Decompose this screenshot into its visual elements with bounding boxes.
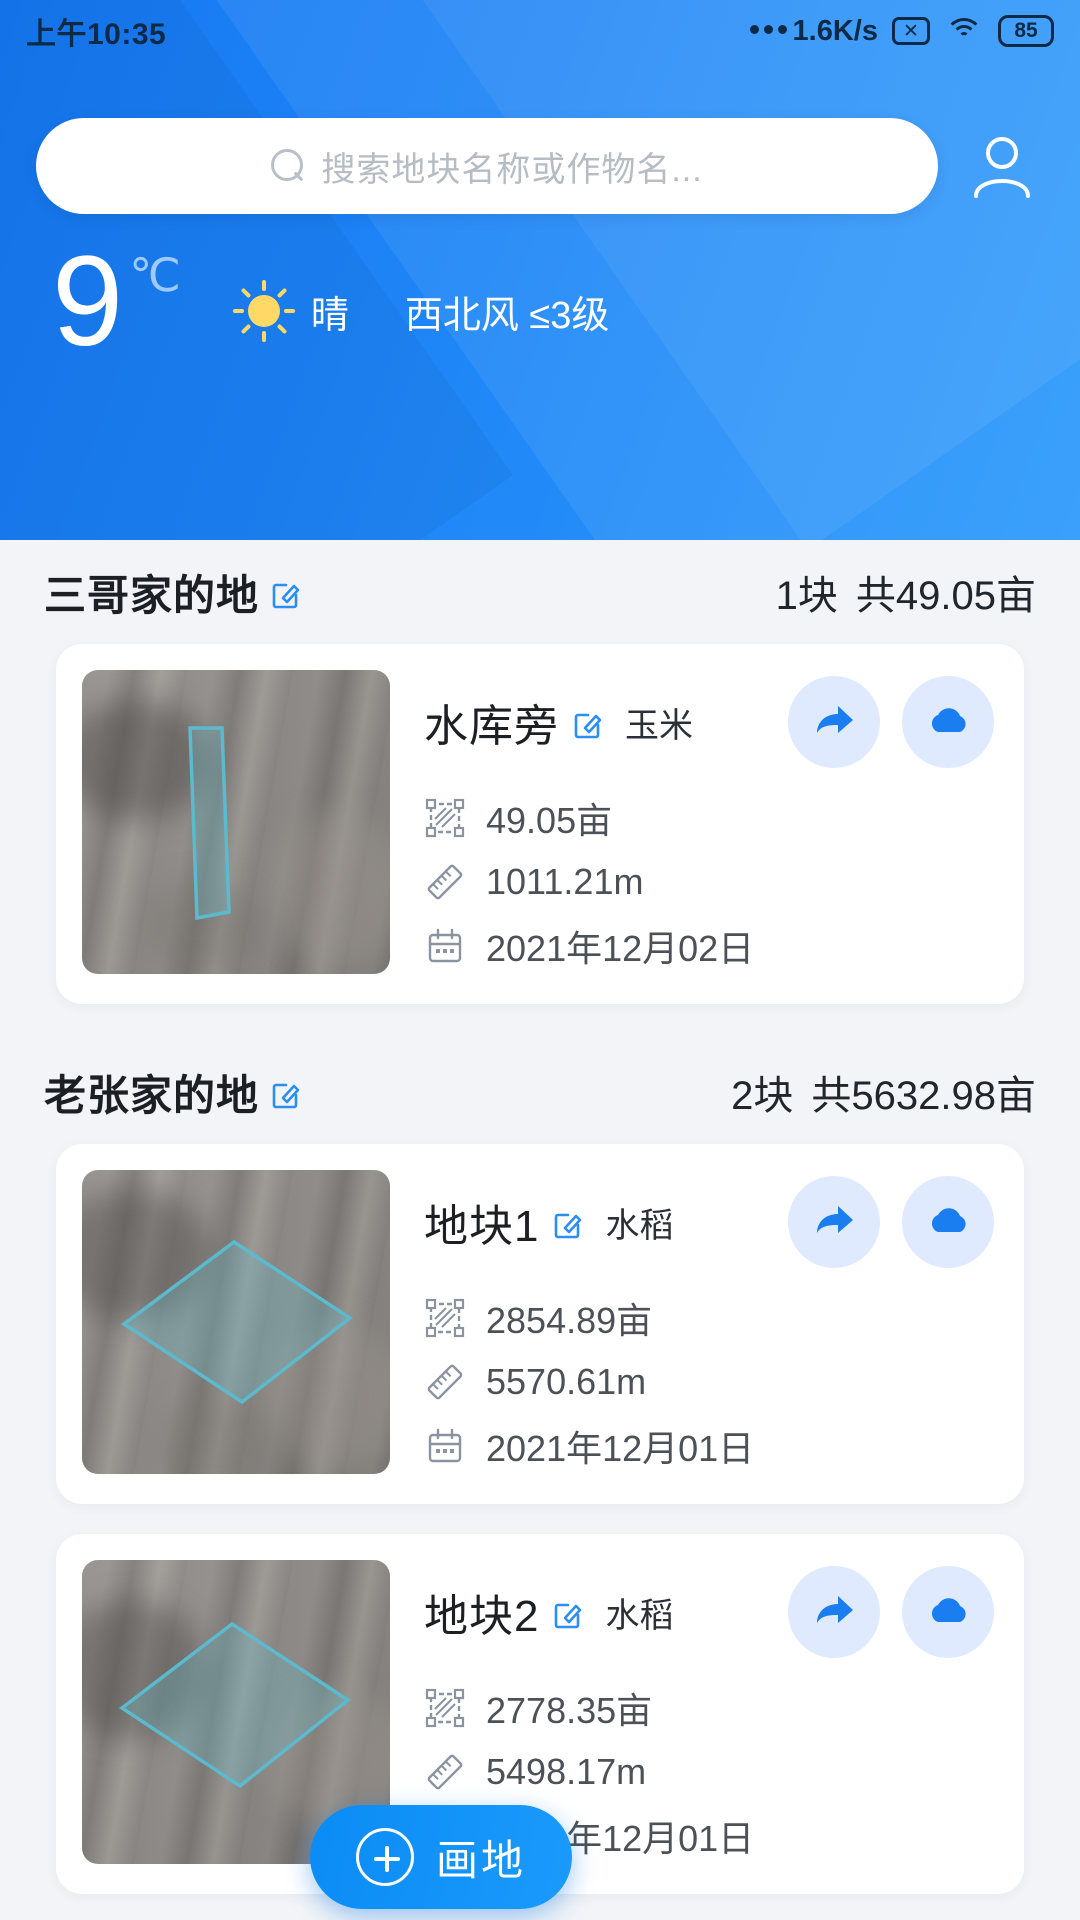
area-icon <box>424 1297 466 1339</box>
battery-level: 85 <box>1014 19 1038 42</box>
plot-actions <box>788 1176 998 1268</box>
plot-date: 2021年12月02日 <box>486 928 755 969</box>
plot-shape <box>120 1239 354 1405</box>
plot-metrics: 49.05亩 1011.21m 2021年12月02日 <box>424 786 998 978</box>
plot-name: 地块2 <box>424 1592 540 1641</box>
plot-shape <box>188 726 231 921</box>
group-name: 老张家的地 <box>44 1071 260 1119</box>
edit-icon[interactable] <box>571 704 607 740</box>
plot-actions <box>788 676 998 768</box>
temperature-unit: ℃ <box>129 249 181 301</box>
status-time: 上午10:35 <box>26 18 167 51</box>
plot-list[interactable]: 三哥家的地 1块 共49.05亩 水库旁 玉米 49.05亩 1011.21m … <box>0 540 1080 1920</box>
metric-perimeter: 5498.17m <box>424 1740 998 1804</box>
wifi-icon <box>944 16 984 46</box>
calendar-icon <box>424 1425 466 1467</box>
share-arrow-icon[interactable] <box>788 676 880 768</box>
temperature-value: 9 <box>52 230 123 373</box>
battery-icon: 85 <box>998 15 1054 47</box>
plot-area: 49.05亩 <box>486 800 613 841</box>
ruler-icon <box>424 861 466 903</box>
weather-widget: 9 ℃ 晴 西北风 ≤3级 <box>0 238 1080 366</box>
cloud-icon[interactable] <box>902 1566 994 1658</box>
edit-icon[interactable] <box>551 1594 587 1630</box>
plot-info: 地块1 水稻 2854.89亩 5570.61m 2021年12月01日 <box>390 1170 998 1478</box>
metric-area: 2854.89亩 <box>424 1286 998 1350</box>
plot-title-row: 地块2 水稻 <box>424 1566 998 1658</box>
plot-card[interactable]: 水库旁 玉米 49.05亩 1011.21m 2021年12月02日 <box>56 644 1024 1004</box>
plot-name: 地块1 <box>424 1202 540 1251</box>
plot-crop: 水稻 <box>605 1206 674 1245</box>
plot-area: 2854.89亩 <box>486 1300 653 1341</box>
plot-actions <box>788 1566 998 1658</box>
group-name: 三哥家的地 <box>44 571 260 619</box>
plot-crop: 玉米 <box>625 706 693 745</box>
plot-card[interactable]: 地块1 水稻 2854.89亩 5570.61m 2021年12月01日 <box>56 1144 1024 1504</box>
app-root: 上午10:35 1.6K/s ✕ 85 搜索地块名称或作物名... 9 ℃ 晴 … <box>0 0 1080 1920</box>
share-arrow-icon[interactable] <box>788 1176 880 1268</box>
user-avatar-icon[interactable] <box>960 124 1044 208</box>
group-total: 共5632.98亩 <box>811 1074 1036 1118</box>
plot-area: 2778.35亩 <box>486 1690 653 1731</box>
search-input[interactable]: 搜索地块名称或作物名... <box>36 118 938 214</box>
group-count: 1块 <box>775 574 838 618</box>
draw-plot-button[interactable]: 画地 <box>310 1805 572 1909</box>
ruler-icon <box>424 1361 466 1403</box>
network-speed: 1.6K/s <box>749 14 878 48</box>
metric-perimeter: 1011.21m <box>424 850 998 914</box>
plot-thumbnail[interactable] <box>82 1170 390 1474</box>
edit-icon[interactable] <box>269 1074 305 1110</box>
weather-wind-label: 西北风 ≤3级 <box>404 294 610 337</box>
cloud-icon[interactable] <box>902 1176 994 1268</box>
header-banner: 上午10:35 1.6K/s ✕ 85 搜索地块名称或作物名... 9 ℃ 晴 … <box>0 0 1080 540</box>
plus-circle-icon <box>355 1828 414 1886</box>
plot-date: 2021年12月01日 <box>486 1428 755 1469</box>
search-icon <box>271 149 305 183</box>
status-icons: 1.6K/s ✕ 85 <box>749 14 1054 48</box>
plot-crop: 水稻 <box>605 1596 674 1635</box>
plot-title-row: 地块1 水稻 <box>424 1176 998 1268</box>
group-header[interactable]: 老张家的地 2块 共5632.98亩 <box>0 1040 1080 1144</box>
ruler-icon <box>424 1751 466 1793</box>
status-bar: 上午10:35 1.6K/s ✕ 85 <box>0 0 1080 62</box>
cloud-icon[interactable] <box>902 676 994 768</box>
plot-perimeter: 1011.21m <box>486 861 644 902</box>
group-header[interactable]: 三哥家的地 1块 共49.05亩 <box>0 540 1080 644</box>
plot-thumbnail[interactable] <box>82 670 390 974</box>
share-arrow-icon[interactable] <box>788 1566 880 1658</box>
plot-title-row: 水库旁 玉米 <box>424 676 998 768</box>
weather-condition-row: 晴 西北风 ≤3级 <box>232 280 610 366</box>
weather-condition-label: 晴 <box>310 294 349 337</box>
group-count: 2块 <box>731 1074 794 1118</box>
temperature-block: 9 ℃ <box>52 238 181 366</box>
plot-name: 水库旁 <box>424 702 559 751</box>
plot-perimeter: 5498.17m <box>486 1751 647 1792</box>
metric-perimeter: 5570.61m <box>424 1350 998 1414</box>
metric-date: 2021年12月02日 <box>424 914 998 978</box>
edit-icon[interactable] <box>269 574 305 610</box>
sun-icon <box>232 280 295 342</box>
metric-area: 49.05亩 <box>424 786 998 850</box>
metric-date: 2021年12月01日 <box>424 1414 998 1478</box>
draw-plot-label: 画地 <box>435 1836 526 1884</box>
group-stats: 2块 共5632.98亩 <box>731 1063 1036 1121</box>
no-sim-icon: ✕ <box>892 17 930 45</box>
plot-metrics: 2854.89亩 5570.61m 2021年12月01日 <box>424 1286 998 1478</box>
metric-area: 2778.35亩 <box>424 1676 998 1740</box>
edit-icon[interactable] <box>551 1204 587 1240</box>
calendar-icon <box>424 925 466 967</box>
group-total: 共49.05亩 <box>855 574 1036 618</box>
network-speed-label: 1.6K/s <box>792 14 878 47</box>
search-placeholder: 搜索地块名称或作物名... <box>321 150 703 189</box>
plot-info: 水库旁 玉米 49.05亩 1011.21m 2021年12月02日 <box>390 670 998 978</box>
area-icon <box>424 797 466 839</box>
group-stats: 1块 共49.05亩 <box>776 563 1036 621</box>
more-dots-icon <box>749 24 787 38</box>
plot-perimeter: 5570.61m <box>486 1361 647 1402</box>
search-row: 搜索地块名称或作物名... <box>0 118 1080 214</box>
area-icon <box>424 1687 466 1729</box>
